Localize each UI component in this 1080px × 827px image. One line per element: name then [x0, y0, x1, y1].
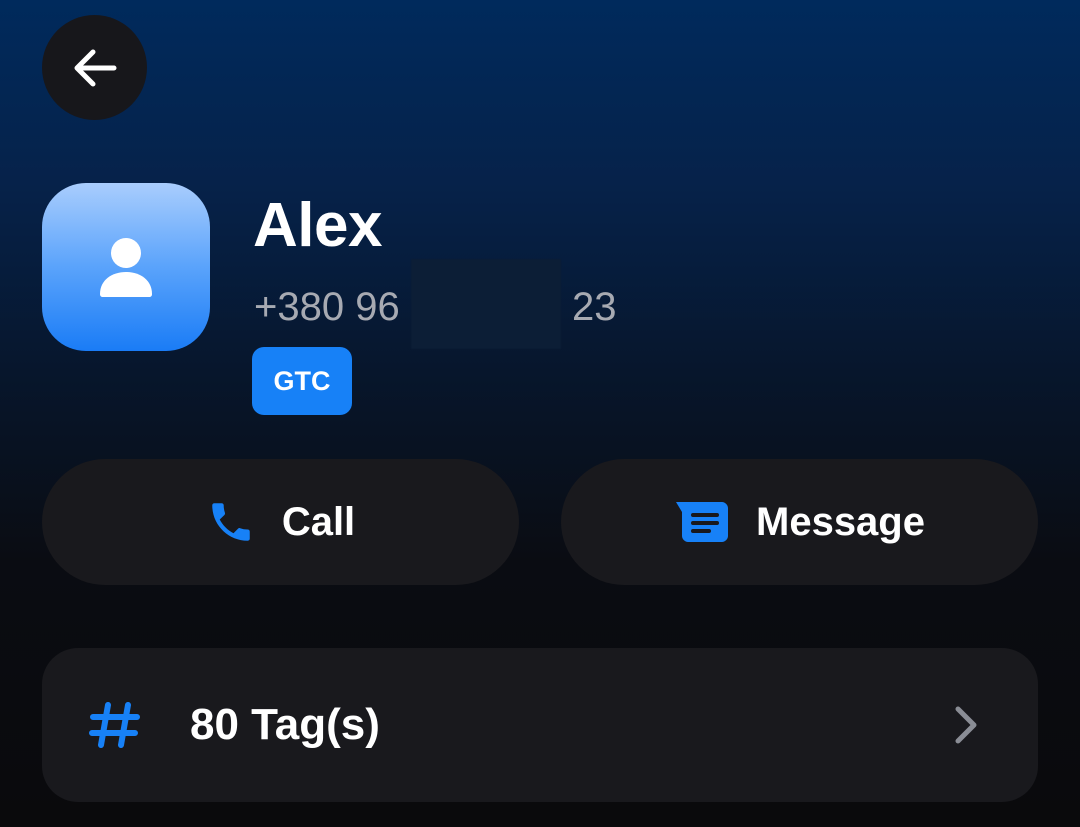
avatar: [42, 183, 210, 351]
phone-number-redacted: [410, 259, 561, 349]
message-button[interactable]: Message: [561, 459, 1038, 585]
message-icon: [676, 502, 728, 542]
tag-badge[interactable]: GTC: [252, 347, 352, 415]
person-icon: [100, 238, 152, 297]
message-label: Message: [756, 499, 925, 544]
chevron-right-icon: [955, 706, 977, 744]
tags-label: 80 Tag(s): [190, 700, 380, 749]
tags-row[interactable]: 80 Tag(s): [42, 648, 1038, 802]
call-button[interactable]: Call: [42, 459, 519, 585]
phone-icon: [212, 503, 250, 541]
back-button[interactable]: [42, 15, 147, 120]
arrow-left-icon: [74, 49, 116, 86]
phone-number: +380 96 23: [254, 259, 617, 349]
call-label: Call: [281, 499, 356, 544]
phone-number-end: 23: [571, 285, 617, 329]
hash-icon: [89, 702, 140, 748]
phone-number-start: +380 96: [254, 285, 400, 329]
contact-name: Alex: [253, 191, 382, 260]
